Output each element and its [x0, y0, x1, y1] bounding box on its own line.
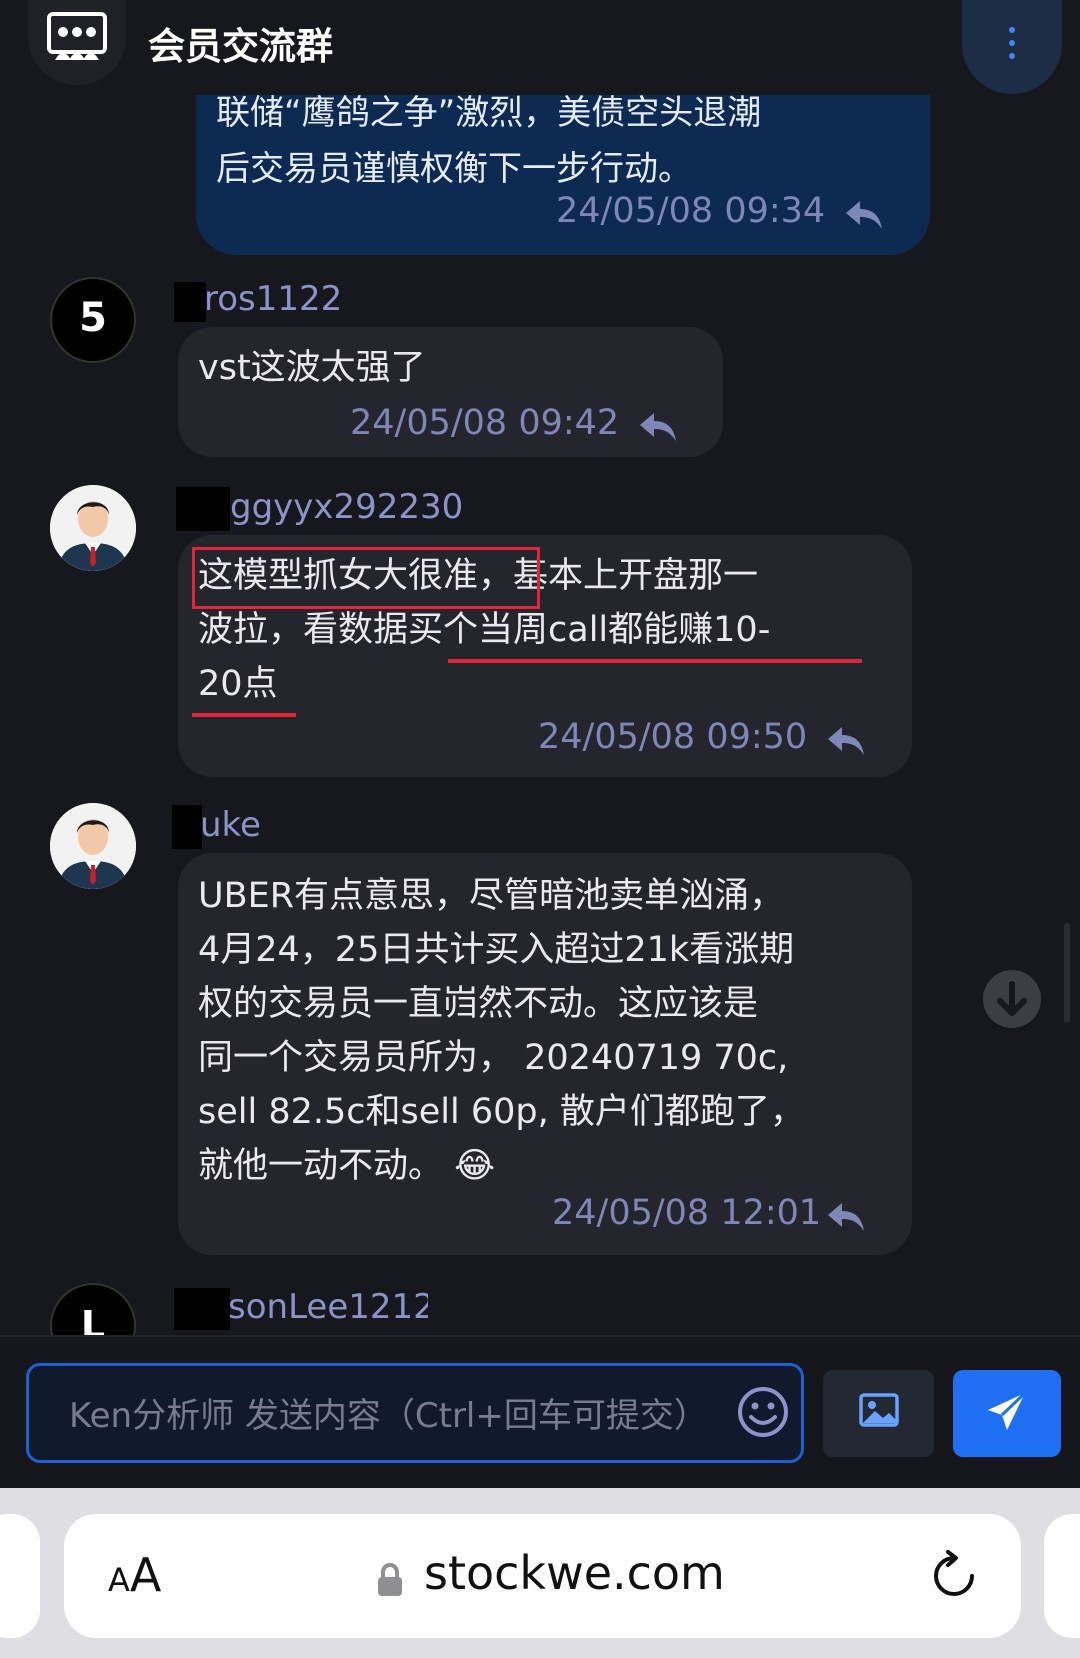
lock-icon [378, 1563, 402, 1596]
message-text: 联储“鹰鸽之争”激烈，美债空头退潮 后交易员谨慎权衡下一步行动。 [216, 95, 916, 197]
username[interactable]: sonLee1212 [228, 1287, 428, 1327]
message-text: UBER有点意思，尽管暗池卖单汹涌， 4月24，25日共计买入超过21k看涨期 … [198, 869, 898, 1193]
avatar[interactable]: 5 [50, 277, 136, 363]
message-timestamp: 24/05/08 09:50 [538, 717, 808, 757]
username[interactable]: uke [200, 805, 261, 845]
message-timestamp: 24/05/08 09:42 [350, 403, 620, 443]
person-avatar-icon [50, 803, 136, 889]
highlight-underline [448, 659, 862, 663]
redacted-block [172, 805, 202, 849]
avatar-initial: L [80, 1303, 106, 1335]
send-icon [988, 1391, 1027, 1430]
avatar[interactable] [50, 485, 136, 571]
message-bubble-self[interactable]: 联储“鹰鸽之争”激烈，美债空头退潮 后交易员谨慎权衡下一步行动。 24/05/0… [196, 95, 930, 255]
next-tab-peek[interactable] [1044, 1514, 1080, 1638]
redacted-block [174, 282, 206, 322]
message-line: 就他一动不动。 😂 [198, 1146, 496, 1186]
reply-icon[interactable] [826, 1201, 866, 1233]
text-size-large-a: A [129, 1548, 162, 1602]
redacted-block [176, 487, 230, 531]
text-size-button[interactable]: AA [108, 1548, 161, 1602]
send-button[interactable] [953, 1370, 1061, 1457]
text-size-small-a: A [108, 1561, 130, 1599]
message-line: sell 82.5c和sell 60p, 散户们都跑了， [198, 1092, 805, 1132]
person-avatar-icon [50, 485, 136, 571]
message-line-plain: 波拉，看数据 [198, 610, 409, 650]
send-image-button[interactable] [823, 1370, 934, 1457]
avatar[interactable]: L [50, 1283, 136, 1335]
reload-icon[interactable] [930, 1550, 978, 1602]
chat-header: 会员交流群 [0, 0, 1080, 95]
image-icon [859, 1393, 899, 1427]
browser-toolbar: AA stockwe.com [0, 1488, 1080, 1658]
message-text: vst这波太强了 [198, 348, 426, 388]
message-line: 4月24，25日共计买入超过21k看涨期 [198, 930, 795, 970]
message-composer: Ken分析师 发送内容（Ctrl+回车可提交） [0, 1335, 1080, 1490]
group-avatar[interactable] [28, 0, 126, 85]
address-bar[interactable]: AA stockwe.com [64, 1514, 1021, 1638]
message-input[interactable]: Ken分析师 发送内容（Ctrl+回车可提交） [26, 1363, 804, 1463]
message-timestamp: 24/05/08 12:01 [552, 1193, 822, 1233]
username[interactable]: ros1122 [204, 279, 342, 319]
highlight-box [192, 547, 540, 609]
message-line: 20点 [198, 664, 278, 704]
message-timestamp: 24/05/08 09:34 [556, 191, 826, 231]
more-options-button[interactable] [962, 0, 1062, 94]
avatar[interactable] [50, 803, 136, 889]
redacted-block [174, 1288, 230, 1330]
scroll-to-bottom-button[interactable] [983, 970, 1041, 1028]
username[interactable]: ggyyx292230 [230, 487, 463, 527]
group-chat-icon [47, 12, 107, 60]
more-vertical-icon-dot [1009, 53, 1015, 59]
chat-title: 会员交流群 [148, 25, 333, 68]
message-bubble[interactable]: 这模型抓女大很准，基本上开盘那一 波拉，看数据买个当周call都能赚10- 20… [178, 535, 912, 777]
previous-tab-peek[interactable] [0, 1514, 40, 1638]
underlined-text: 买个当周call都能赚10- [408, 610, 771, 650]
reply-icon[interactable] [826, 725, 866, 757]
message-line: 后交易员谨慎权衡下一步行动。 [216, 149, 692, 189]
more-vertical-icon-dot [1009, 40, 1015, 46]
message-line: 同一个交易员所为， 20240719 70c, [198, 1038, 789, 1078]
scrollbar[interactable] [1064, 923, 1070, 1023]
reply-icon[interactable] [638, 411, 678, 443]
reply-icon[interactable] [844, 199, 884, 231]
avatar-initial: 5 [79, 295, 107, 341]
emoji-icon[interactable] [735, 1384, 791, 1440]
message-input-placeholder: Ken分析师 发送内容（Ctrl+回车可提交） [69, 1396, 708, 1436]
message-line: UBER有点意思，尽管暗池卖单汹涌， [198, 876, 785, 916]
message-line: 权的交易员一直岿然不动。这应该是 [198, 984, 759, 1024]
message-bubble[interactable]: vst这波太强了 24/05/08 09:42 [178, 327, 723, 457]
message-line: 波拉，看数据买个当周call都能赚10- [198, 603, 898, 657]
message-list[interactable]: 联储“鹰鸽之争”激烈，美债空头退潮 后交易员谨慎权衡下一步行动。 24/05/0… [0, 95, 1080, 1335]
arrow-down-icon [997, 981, 1027, 1016]
more-vertical-icon [1009, 27, 1015, 33]
url-text[interactable]: stockwe.com [424, 1546, 725, 1600]
message-line: 联储“鹰鸽之争”激烈，美债空头退潮 [216, 95, 762, 133]
message-bubble[interactable]: UBER有点意思，尽管暗池卖单汹涌， 4月24，25日共计买入超过21k看涨期 … [178, 853, 912, 1255]
highlight-underline [192, 713, 296, 717]
